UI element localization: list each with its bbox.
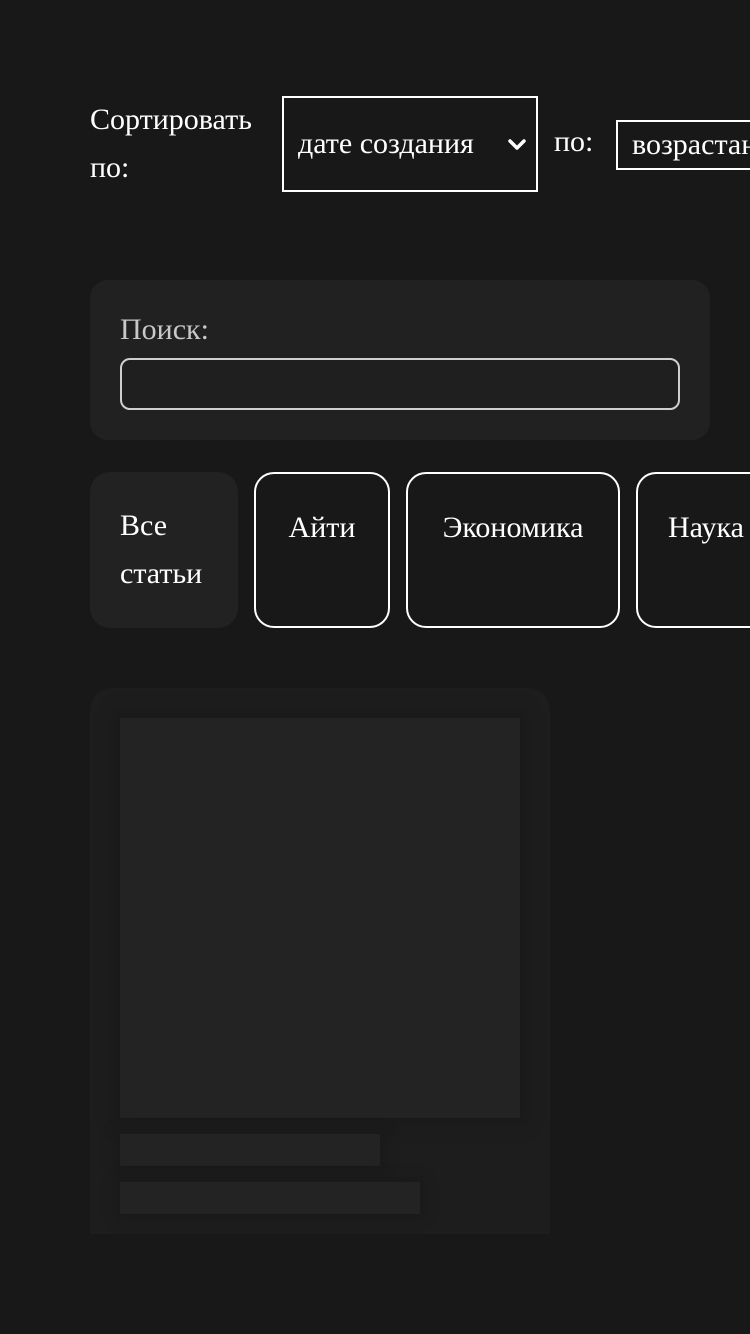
category-all-articles[interactable]: Все статьи xyxy=(90,472,238,628)
search-input[interactable] xyxy=(120,358,680,410)
search-panel: Поиск: xyxy=(90,280,710,440)
chevron-down-icon xyxy=(506,134,528,156)
category-science[interactable]: Наука xyxy=(636,472,750,628)
article-title-placeholder xyxy=(120,1134,380,1166)
sort-order-label: по: xyxy=(554,125,594,158)
category-label: Айти xyxy=(288,511,356,544)
sort-label: Сортировать по: xyxy=(90,103,252,184)
search-label: Поиск: xyxy=(120,313,209,346)
category-filter: Все статьи Айти Экономика Наука xyxy=(90,472,750,628)
article-image-placeholder xyxy=(120,718,520,1118)
category-label: Все статьи xyxy=(120,509,203,590)
sort-order-select[interactable]: возрастанию xyxy=(616,120,750,170)
article-card-skeleton xyxy=(90,688,550,1234)
sort-field-select[interactable]: дате создания xyxy=(282,96,538,192)
category-it[interactable]: Айти xyxy=(254,472,390,628)
category-economics[interactable]: Экономика xyxy=(406,472,620,628)
article-meta-placeholder xyxy=(120,1182,420,1214)
sort-field-value: дате создания xyxy=(298,127,474,160)
category-label: Экономика xyxy=(442,511,584,544)
sort-bar: Сортировать по: дате создания по: возрас… xyxy=(90,96,750,192)
category-label: Наука xyxy=(668,511,744,544)
sort-order-value: возрастанию xyxy=(632,128,750,161)
